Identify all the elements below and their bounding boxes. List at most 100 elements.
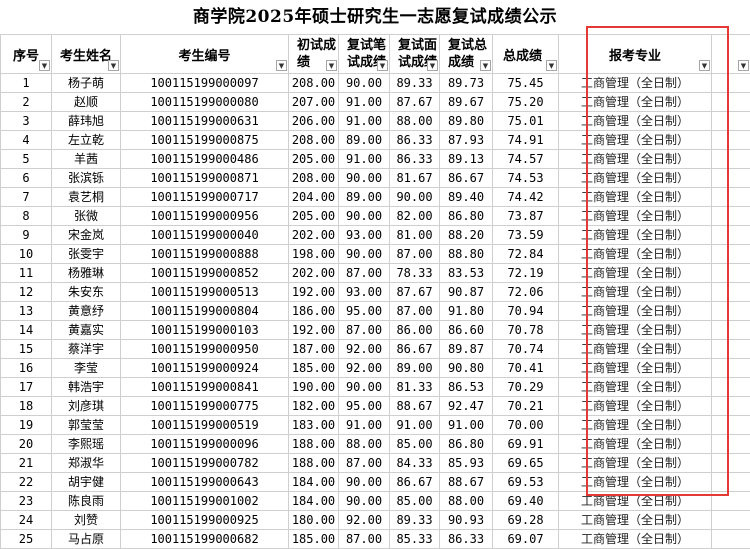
cell-interview-score[interactable]: 86.67 [390, 473, 440, 492]
cell-exam-id[interactable]: 100115199000097 [121, 74, 289, 93]
cell-written-score[interactable]: 92.00 [339, 511, 390, 530]
cell-empty[interactable] [712, 150, 750, 169]
cell-written-score[interactable]: 91.00 [339, 150, 390, 169]
cell-major[interactable]: 工商管理（全日制） [559, 93, 712, 112]
cell-index[interactable]: 8 [1, 207, 52, 226]
cell-written-score[interactable]: 90.00 [339, 473, 390, 492]
cell-index[interactable]: 18 [1, 397, 52, 416]
cell-written-score[interactable]: 95.00 [339, 302, 390, 321]
cell-written-score[interactable]: 90.00 [339, 245, 390, 264]
cell-interview-score[interactable]: 81.33 [390, 378, 440, 397]
cell-major[interactable]: 工商管理（全日制） [559, 454, 712, 473]
cell-initial-score[interactable]: 192.00 [289, 321, 339, 340]
cell-exam-id[interactable]: 100115199000956 [121, 207, 289, 226]
cell-retest-total[interactable]: 86.53 [440, 378, 493, 397]
cell-empty[interactable] [712, 435, 750, 454]
cell-empty[interactable] [712, 226, 750, 245]
cell-written-score[interactable]: 93.00 [339, 226, 390, 245]
cell-interview-score[interactable]: 86.33 [390, 131, 440, 150]
cell-exam-id[interactable]: 100115199000852 [121, 264, 289, 283]
cell-major[interactable]: 工商管理（全日制） [559, 378, 712, 397]
cell-written-score[interactable]: 90.00 [339, 169, 390, 188]
cell-name[interactable]: 薛玮旭 [52, 112, 121, 131]
cell-name[interactable]: 张微 [52, 207, 121, 226]
cell-initial-score[interactable]: 206.00 [289, 112, 339, 131]
cell-total-score[interactable]: 70.94 [493, 302, 559, 321]
cell-written-score[interactable]: 88.00 [339, 435, 390, 454]
cell-major[interactable]: 工商管理（全日制） [559, 131, 712, 150]
cell-empty[interactable] [712, 131, 750, 150]
cell-interview-score[interactable]: 87.00 [390, 302, 440, 321]
cell-name[interactable]: 黄意纾 [52, 302, 121, 321]
cell-name[interactable]: 李熙瑶 [52, 435, 121, 454]
cell-interview-score[interactable]: 84.33 [390, 454, 440, 473]
cell-exam-id[interactable]: 100115199000103 [121, 321, 289, 340]
cell-interview-score[interactable]: 88.67 [390, 397, 440, 416]
column-header-exam-id[interactable]: 考生编号 ▼ [121, 35, 289, 74]
cell-empty[interactable] [712, 302, 750, 321]
cell-empty[interactable] [712, 264, 750, 283]
column-header-major[interactable]: 报考专业 ▼ [559, 35, 712, 74]
cell-written-score[interactable]: 92.00 [339, 359, 390, 378]
cell-written-score[interactable]: 89.00 [339, 188, 390, 207]
cell-exam-id[interactable]: 100115199000841 [121, 378, 289, 397]
cell-written-score[interactable]: 93.00 [339, 283, 390, 302]
cell-major[interactable]: 工商管理（全日制） [559, 473, 712, 492]
cell-index[interactable]: 2 [1, 93, 52, 112]
cell-empty[interactable] [712, 340, 750, 359]
cell-retest-total[interactable]: 88.67 [440, 473, 493, 492]
cell-total-score[interactable]: 74.57 [493, 150, 559, 169]
cell-exam-id[interactable]: 100115199000096 [121, 435, 289, 454]
cell-initial-score[interactable]: 180.00 [289, 511, 339, 530]
dropdown-filter-icon[interactable]: ▼ [108, 60, 119, 71]
column-header-interview-score[interactable]: 复试面 试成绩 ▼ [390, 35, 440, 74]
dropdown-filter-icon[interactable]: ▼ [377, 60, 388, 71]
cell-name[interactable]: 赵顺 [52, 93, 121, 112]
cell-major[interactable]: 工商管理（全日制） [559, 435, 712, 454]
column-header-idx[interactable]: 序号 ▼ [1, 35, 52, 74]
cell-written-score[interactable]: 89.00 [339, 131, 390, 150]
cell-exam-id[interactable]: 100115199000682 [121, 530, 289, 549]
cell-exam-id[interactable]: 100115199000924 [121, 359, 289, 378]
cell-total-score[interactable]: 70.74 [493, 340, 559, 359]
cell-empty[interactable] [712, 169, 750, 188]
cell-retest-total[interactable]: 88.00 [440, 492, 493, 511]
cell-exam-id[interactable]: 100115199000871 [121, 169, 289, 188]
cell-exam-id[interactable]: 100115199000717 [121, 188, 289, 207]
cell-exam-id[interactable]: 100115199000080 [121, 93, 289, 112]
cell-name[interactable]: 蔡洋宇 [52, 340, 121, 359]
cell-index[interactable]: 21 [1, 454, 52, 473]
cell-name[interactable]: 黄嘉实 [52, 321, 121, 340]
cell-initial-score[interactable]: 184.00 [289, 473, 339, 492]
cell-retest-total[interactable]: 86.67 [440, 169, 493, 188]
cell-initial-score[interactable]: 186.00 [289, 302, 339, 321]
cell-empty[interactable] [712, 245, 750, 264]
cell-initial-score[interactable]: 205.00 [289, 150, 339, 169]
dropdown-filter-icon[interactable]: ▼ [326, 60, 337, 71]
cell-total-score[interactable]: 70.41 [493, 359, 559, 378]
cell-index[interactable]: 14 [1, 321, 52, 340]
column-header-retest-total[interactable]: 复试总 成绩 ▼ [440, 35, 493, 74]
column-header-extra[interactable]: ▼ [712, 35, 750, 74]
cell-written-score[interactable]: 90.00 [339, 74, 390, 93]
cell-initial-score[interactable]: 188.00 [289, 454, 339, 473]
cell-index[interactable]: 17 [1, 378, 52, 397]
cell-total-score[interactable]: 75.45 [493, 74, 559, 93]
cell-name[interactable]: 马占原 [52, 530, 121, 549]
cell-written-score[interactable]: 90.00 [339, 492, 390, 511]
cell-total-score[interactable]: 72.06 [493, 283, 559, 302]
cell-major[interactable]: 工商管理（全日制） [559, 283, 712, 302]
cell-retest-total[interactable]: 90.93 [440, 511, 493, 530]
cell-name[interactable]: 胡宇健 [52, 473, 121, 492]
cell-total-score[interactable]: 73.59 [493, 226, 559, 245]
cell-name[interactable]: 刘彦琪 [52, 397, 121, 416]
dropdown-filter-icon[interactable]: ▼ [427, 60, 438, 71]
cell-major[interactable]: 工商管理（全日制） [559, 188, 712, 207]
cell-exam-id[interactable]: 100115199000486 [121, 150, 289, 169]
cell-interview-score[interactable]: 89.00 [390, 359, 440, 378]
cell-written-score[interactable]: 91.00 [339, 112, 390, 131]
cell-major[interactable]: 工商管理（全日制） [559, 245, 712, 264]
cell-empty[interactable] [712, 397, 750, 416]
cell-total-score[interactable]: 73.87 [493, 207, 559, 226]
cell-interview-score[interactable]: 88.00 [390, 112, 440, 131]
